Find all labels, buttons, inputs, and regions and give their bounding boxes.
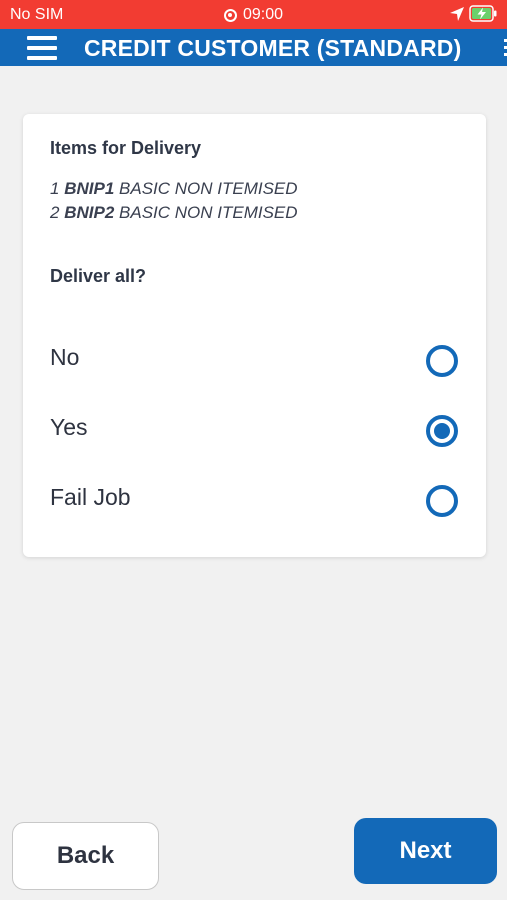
option-no[interactable]: No bbox=[23, 330, 486, 386]
item-description: BASIC NON ITEMISED bbox=[119, 203, 298, 222]
location-arrow-icon bbox=[450, 7, 464, 21]
status-time: 09:00 bbox=[242, 6, 284, 23]
radio-fail-job[interactable] bbox=[426, 485, 458, 517]
overflow-menu-icon[interactable] bbox=[503, 39, 507, 57]
battery-charging-icon bbox=[469, 5, 497, 22]
option-label: Fail Job bbox=[50, 484, 131, 510]
item-code: BNIP1 bbox=[64, 179, 115, 198]
option-yes[interactable]: Yes bbox=[23, 400, 486, 456]
app-bar: CREDIT CUSTOMER (STANDARD) bbox=[0, 29, 507, 66]
deliver-all-question: Deliver all? bbox=[50, 266, 147, 286]
item-code: BNIP2 bbox=[64, 203, 115, 222]
radio-no[interactable] bbox=[426, 345, 458, 377]
delivery-item: 1 BNIP1 BASIC NON ITEMISED bbox=[50, 179, 298, 199]
item-quantity: 1 bbox=[50, 179, 60, 198]
screen-record-icon bbox=[223, 8, 237, 22]
radio-yes[interactable] bbox=[426, 415, 458, 447]
hamburger-menu-icon[interactable] bbox=[27, 35, 57, 61]
item-quantity: 2 bbox=[50, 203, 60, 222]
delivery-item: 2 BNIP2 BASIC NON ITEMISED bbox=[50, 203, 298, 223]
next-button[interactable]: Next bbox=[354, 818, 497, 884]
option-label: Yes bbox=[50, 414, 88, 440]
status-bar: No SIM 09:00 bbox=[0, 0, 507, 29]
back-button[interactable]: Back bbox=[12, 822, 159, 890]
card-heading: Items for Delivery bbox=[50, 138, 202, 158]
option-fail-job[interactable]: Fail Job bbox=[23, 470, 486, 526]
item-description: BASIC NON ITEMISED bbox=[119, 179, 298, 198]
option-label: No bbox=[50, 344, 80, 370]
delivery-card: Items for Delivery 1 BNIP1 BASIC NON ITE… bbox=[23, 114, 486, 557]
page-title: CREDIT CUSTOMER (STANDARD) bbox=[84, 35, 462, 61]
